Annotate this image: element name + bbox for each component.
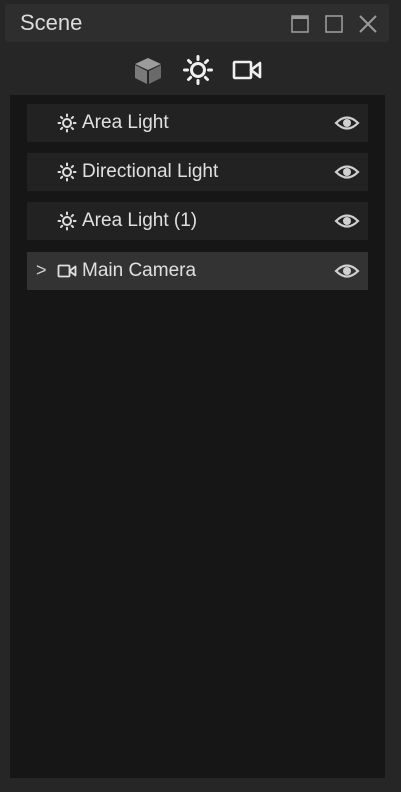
visibility-toggle[interactable] <box>334 162 360 182</box>
list-item-area-light-1[interactable]: Area Light (1) <box>27 202 368 240</box>
sun-icon <box>57 211 77 231</box>
maximize-button[interactable] <box>324 14 344 34</box>
list-item-area-light[interactable]: Area Light <box>27 104 368 142</box>
eye-icon <box>334 264 360 278</box>
visibility-toggle[interactable] <box>334 113 360 133</box>
sun-icon <box>57 113 77 133</box>
list-item-directional-light[interactable]: Directional Light <box>27 153 368 191</box>
list-item-label: Main Camera <box>82 260 197 281</box>
video-camera-icon <box>232 60 262 80</box>
scene-hierarchy-list[interactable]: Area Light Directional Light Area Light … <box>10 95 385 778</box>
eye-icon <box>334 165 360 179</box>
cube-icon <box>135 58 161 84</box>
maximize-icon <box>325 15 343 33</box>
panel-title: Scene <box>20 10 83 35</box>
list-item-label: Area Light <box>82 112 169 133</box>
scene-panel: Scene Area Light Directional Light Area … <box>0 0 401 792</box>
list-item-label: Area Light (1) <box>82 210 198 231</box>
sun-icon <box>57 162 77 182</box>
close-icon <box>359 15 377 33</box>
eye-icon <box>334 214 360 228</box>
list-item-main-camera[interactable]: > Main Camera <box>27 252 368 290</box>
close-button[interactable] <box>358 14 378 34</box>
minimize-button[interactable] <box>290 14 310 34</box>
expand-toggle[interactable]: > <box>36 260 47 280</box>
filter-objects-button[interactable] <box>132 54 164 86</box>
title-bar: Scene <box>5 4 389 42</box>
filter-cameras-button[interactable] <box>231 54 263 86</box>
filter-lights-button[interactable] <box>182 54 214 86</box>
visibility-toggle[interactable] <box>334 261 360 281</box>
visibility-toggle[interactable] <box>334 211 360 231</box>
list-item-label: Directional Light <box>82 161 219 182</box>
sun-icon <box>183 55 213 85</box>
minimize-icon <box>291 15 309 33</box>
video-camera-icon <box>57 261 77 281</box>
eye-icon <box>334 116 360 130</box>
filter-toolbar <box>0 50 401 90</box>
